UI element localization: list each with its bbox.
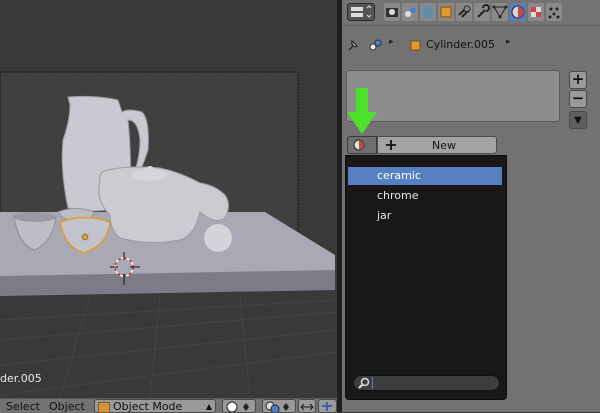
mode-dropdown[interactable]: Object Mode ▲: [94, 399, 216, 413]
3d-viewport[interactable]: der.005: [0, 0, 337, 398]
search-icon: [358, 377, 370, 389]
pivot-point-button[interactable]: [262, 399, 296, 413]
constraints-tab-icon[interactable]: [456, 3, 472, 21]
object-mode-icon: [98, 402, 110, 413]
material-item-ceramic[interactable]: ceramic: [348, 167, 502, 185]
properties-header: [342, 0, 600, 26]
viewport-header: Select Object Object Mode ▲: [0, 398, 337, 413]
material-search-field[interactable]: [353, 375, 500, 391]
viewport-scene: [0, 71, 337, 398]
translate-icon: [322, 402, 332, 411]
pivot-icon: [265, 401, 289, 412]
manipulator-arrows-icon: [300, 403, 314, 411]
mode-dropdown-label: Object Mode: [113, 400, 183, 413]
viewport-shading-button[interactable]: [222, 399, 256, 413]
render-tab-icon[interactable]: [384, 3, 400, 21]
updown-arrows-icon: ▲: [205, 402, 212, 411]
object-context-icon: [410, 38, 422, 55]
new-material-label: New: [432, 139, 456, 152]
breadcrumb-end-chevron-icon: ▸: [506, 37, 511, 47]
sphere-shading-icon: [226, 401, 249, 412]
data-tab-icon[interactable]: [492, 3, 508, 21]
material-item-jar[interactable]: jar: [348, 207, 502, 225]
add-material-slot-button[interactable]: +: [569, 71, 587, 89]
material-item-chrome[interactable]: chrome: [348, 187, 502, 205]
breadcrumb-object-name: Cylinder.005: [426, 38, 496, 51]
material-sphere-icon: [353, 139, 365, 151]
particles-tab-icon[interactable]: [546, 3, 562, 21]
pin-icon[interactable]: [346, 38, 360, 55]
browse-material-button[interactable]: [347, 136, 377, 154]
object-tab-icon[interactable]: [438, 3, 454, 21]
green-arrow-annotation: [347, 88, 377, 134]
editor-type-menu[interactable]: [347, 3, 375, 21]
remove-material-slot-button[interactable]: −: [569, 90, 587, 108]
text-cursor: [372, 377, 373, 389]
world-tab-icon[interactable]: [420, 3, 436, 21]
scene-context-icon: [368, 38, 384, 55]
scene-tab-icon[interactable]: [402, 3, 418, 21]
new-material-button[interactable]: New: [377, 136, 497, 154]
select-menu[interactable]: Select: [6, 400, 40, 413]
grid-floor: [0, 295, 337, 398]
manipulator-toggle[interactable]: [298, 399, 316, 413]
editor-type-icon: [351, 5, 372, 18]
slot-specials-menu-button[interactable]: ▼: [569, 111, 587, 129]
material-slot-list[interactable]: [346, 70, 560, 122]
active-object-name: der.005: [0, 372, 42, 385]
manipulator-translate-toggle[interactable]: [318, 399, 337, 413]
breadcrumb-chevron-icon: ▸: [389, 37, 394, 47]
texture-tab-icon[interactable]: [528, 3, 544, 21]
material-browse-dropdown: ceramic chrome jar: [345, 155, 507, 400]
modifiers-tab-icon[interactable]: [474, 3, 490, 21]
object-menu[interactable]: Object: [49, 400, 85, 413]
material-tab-icon[interactable]: [510, 3, 526, 21]
sphere-model: [204, 224, 232, 252]
